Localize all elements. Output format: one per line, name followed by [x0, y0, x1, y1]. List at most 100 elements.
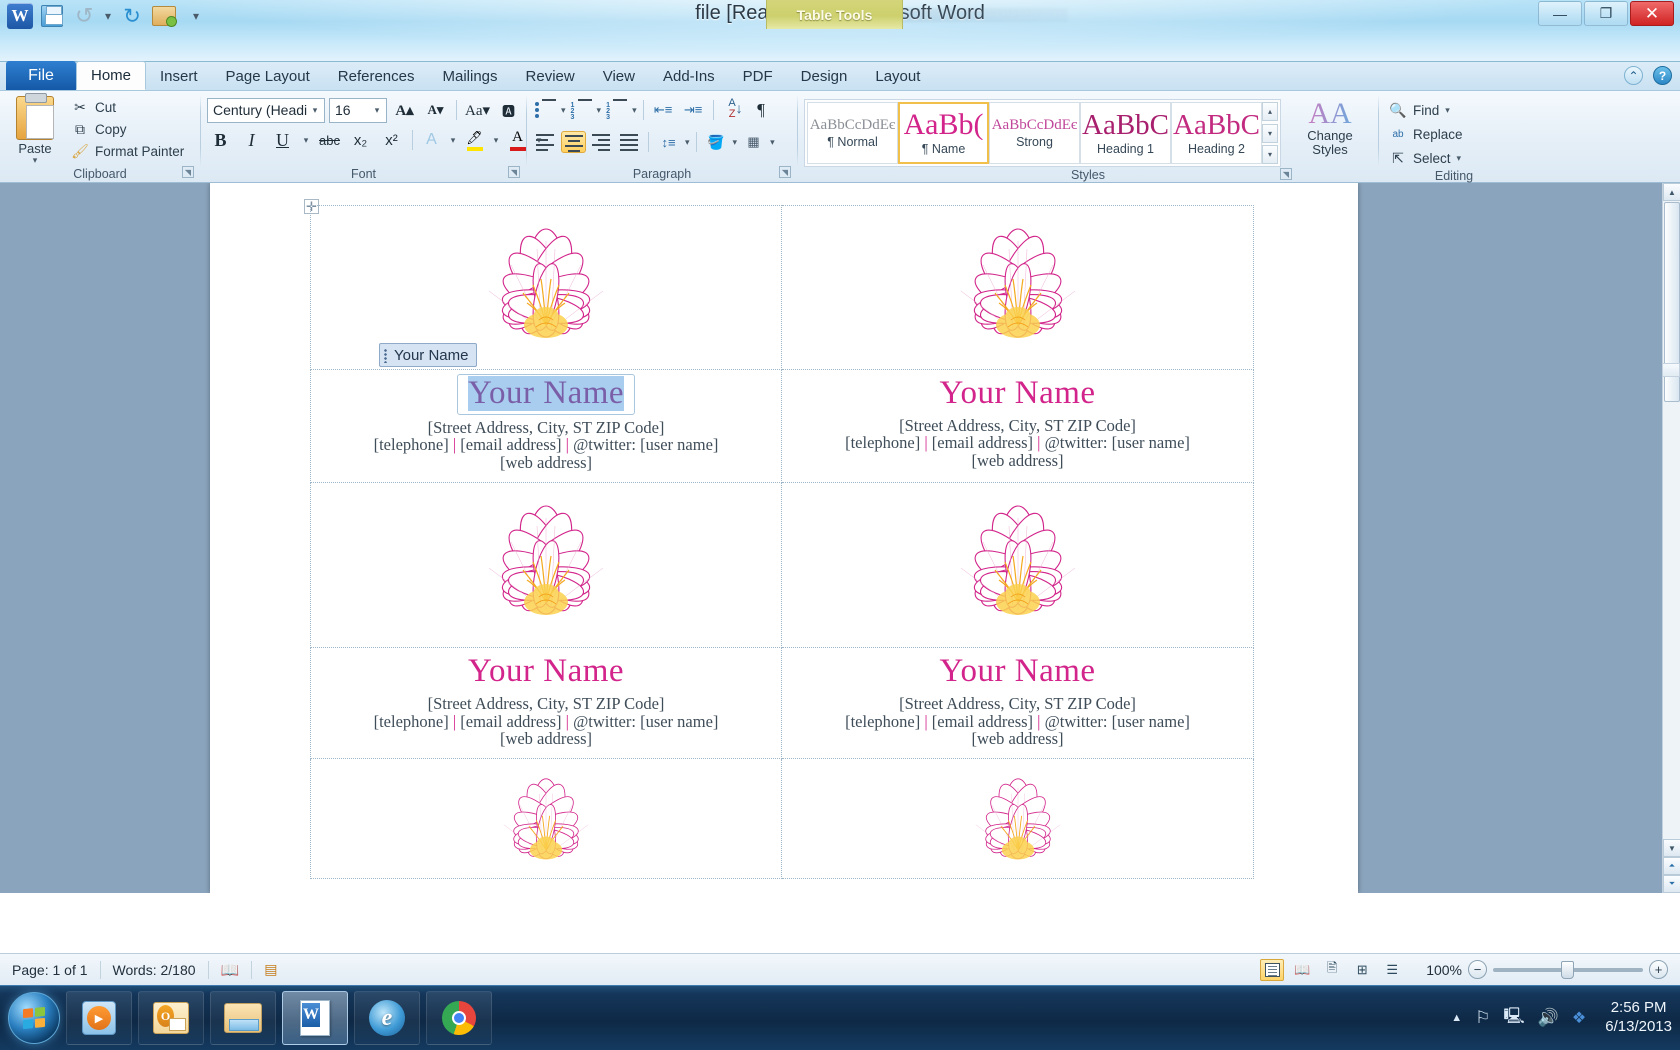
- card-name[interactable]: Your Name: [939, 376, 1095, 411]
- select-dropdown-icon[interactable]: ▾: [1457, 154, 1462, 163]
- tab-references[interactable]: References: [324, 63, 429, 90]
- tab-file[interactable]: File: [6, 61, 76, 90]
- card-web[interactable]: [web address]: [971, 730, 1063, 748]
- scroll-down-icon[interactable]: ▼: [1663, 839, 1680, 857]
- system-tray[interactable]: ▲ ⚐ 🖳 🔊 ❖ 2:56 PM 6/13/2013: [1451, 999, 1680, 1037]
- card-contact-line[interactable]: [telephone] | [email address] | @twitter…: [845, 712, 1190, 731]
- maximize-button[interactable]: ❐: [1584, 1, 1628, 26]
- numbering-dropdown-icon[interactable]: ▾: [597, 106, 602, 115]
- card-image-cell[interactable]: [782, 205, 1254, 370]
- help-icon[interactable]: ?: [1653, 66, 1672, 85]
- superscript-button[interactable]: x²: [378, 127, 405, 153]
- find-button[interactable]: 🔍 Find ▾: [1385, 99, 1454, 121]
- card-image-cell[interactable]: [310, 759, 782, 880]
- paste-dropdown-icon[interactable]: ▾: [33, 156, 38, 165]
- numbering-icon[interactable]: 123: [569, 99, 594, 121]
- close-button[interactable]: ✕: [1630, 1, 1674, 26]
- show-hidden-icons-icon[interactable]: ▲: [1451, 1012, 1462, 1024]
- shading-dropdown-icon[interactable]: ▾: [733, 138, 738, 147]
- content-control[interactable]: Your Name Your Name: [378, 343, 636, 415]
- text-effects-icon[interactable]: A: [420, 127, 443, 153]
- zoom-slider[interactable]: [1493, 960, 1643, 979]
- volume-icon[interactable]: 🔊: [1538, 1008, 1559, 1028]
- clear-formatting-icon[interactable]: 🅰: [495, 97, 522, 123]
- multilevel-list-icon[interactable]: 123: [604, 99, 629, 121]
- styles-scroll-up-icon[interactable]: ▴: [1262, 102, 1278, 121]
- text-highlight-color-icon[interactable]: 🖊: [463, 127, 486, 153]
- tab-design[interactable]: Design: [787, 63, 862, 90]
- card-contact-line[interactable]: [telephone] | [email address] | @twitter…: [374, 712, 719, 731]
- bullets-icon[interactable]: [533, 99, 558, 121]
- bullets-dropdown-icon[interactable]: ▾: [561, 106, 566, 115]
- paragraph-dialog-launcher-icon[interactable]: ◥: [779, 166, 791, 178]
- change-styles-button[interactable]: AA Change Styles: [1289, 99, 1371, 158]
- card-address[interactable]: [Street Address, City, ST ZIP Code]: [899, 694, 1136, 713]
- style-heading-2[interactable]: AaBbC Heading 2: [1171, 102, 1262, 164]
- sort-icon[interactable]: A Z ↓: [720, 98, 745, 122]
- copy-button[interactable]: ⧉ Copy: [68, 120, 187, 140]
- italic-button[interactable]: I: [238, 127, 265, 153]
- content-control-box[interactable]: Your Name: [456, 374, 636, 415]
- ribbon-help-group[interactable]: ⌃ ?: [1624, 66, 1672, 85]
- strikethrough-button[interactable]: abc: [316, 127, 343, 153]
- page-indicator[interactable]: Page: 1 of 1: [0, 962, 100, 978]
- styles-more-icon[interactable]: ▾: [1262, 145, 1278, 164]
- cut-button[interactable]: ✂ Cut: [68, 98, 187, 118]
- increase-indent-icon[interactable]: ⇥≡: [680, 97, 707, 123]
- find-dropdown-icon[interactable]: ▾: [1445, 106, 1450, 115]
- business-card-table[interactable]: Your Name Your Name [Street Address, Cit…: [310, 205, 1255, 880]
- text-effects-dropdown-icon[interactable]: ▾: [447, 127, 459, 153]
- card-contact-line[interactable]: [telephone] | [email address] | @twitter…: [374, 436, 719, 454]
- align-center-icon[interactable]: [561, 131, 586, 153]
- card-image-cell[interactable]: [310, 483, 782, 649]
- style-strong[interactable]: AaBbCcDdEє Strong: [989, 102, 1080, 164]
- card-image-cell[interactable]: [782, 483, 1254, 649]
- format-painter-button[interactable]: 🖌 Format Painter: [68, 142, 187, 162]
- styles-dialog-launcher-icon[interactable]: ◥: [1280, 168, 1292, 180]
- content-control-tag[interactable]: Your Name: [378, 343, 478, 367]
- show-formatting-marks-icon[interactable]: ¶: [748, 97, 775, 123]
- borders-icon[interactable]: ▦: [740, 129, 767, 155]
- start-button[interactable]: [8, 992, 60, 1044]
- clipboard-dialog-launcher-icon[interactable]: ◥: [182, 166, 194, 178]
- minimize-button[interactable]: —: [1538, 1, 1582, 26]
- language-icon[interactable]: ▤: [252, 961, 289, 978]
- subscript-button[interactable]: x₂: [347, 127, 374, 153]
- tab-home[interactable]: Home: [76, 61, 147, 90]
- card-image-cell[interactable]: [782, 759, 1254, 880]
- shading-icon[interactable]: 🪣: [703, 129, 730, 155]
- font-color-icon[interactable]: A: [506, 127, 529, 153]
- highlight-dropdown-icon[interactable]: ▾: [490, 127, 502, 153]
- card-web[interactable]: [web address]: [500, 730, 592, 748]
- card-web[interactable]: [web address]: [971, 452, 1063, 470]
- card-contact-line[interactable]: [telephone] | [email address] | @twitter…: [845, 434, 1190, 452]
- taskbar-item-outlook[interactable]: O: [138, 991, 204, 1045]
- taskbar-clock[interactable]: 2:56 PM 6/13/2013: [1599, 999, 1672, 1037]
- zoom-level[interactable]: 100%: [1426, 962, 1462, 978]
- ribbon-tab-strip[interactable]: File Home Insert Page Layout References …: [0, 61, 1680, 91]
- previous-page-icon[interactable]: ⏶: [1663, 857, 1680, 875]
- zoom-out-button[interactable]: −: [1468, 960, 1487, 979]
- change-case-icon[interactable]: Aa▾: [464, 97, 491, 123]
- card-text-cell[interactable]: Your Name [Street Address, City, ST ZIP …: [782, 648, 1254, 760]
- document-page[interactable]: ✛ Your Name Your Name [Street Address, C…: [210, 183, 1358, 893]
- zoom-slider-thumb[interactable]: [1561, 960, 1574, 979]
- draft-view-button[interactable]: ☰: [1380, 959, 1404, 981]
- tab-page-layout[interactable]: Page Layout: [212, 63, 324, 90]
- bold-button[interactable]: B: [207, 127, 234, 153]
- tab-add-ins[interactable]: Add-Ins: [649, 63, 729, 90]
- font-name-combo[interactable]: Century (Headir ▾: [207, 97, 325, 123]
- document-canvas[interactable]: ✛ Your Name Your Name [Street Address, C…: [0, 183, 1680, 893]
- borders-dropdown-icon[interactable]: ▾: [770, 138, 775, 147]
- card-address[interactable]: [Street Address, City, ST ZIP Code]: [428, 418, 665, 437]
- zoom-in-button[interactable]: +: [1649, 960, 1668, 979]
- vertical-scrollbar[interactable]: ▲ ▼ ⏶ ⏷: [1662, 183, 1680, 893]
- outline-view-button[interactable]: ⊞: [1350, 959, 1374, 981]
- print-layout-view-button[interactable]: [1260, 958, 1285, 981]
- card-name[interactable]: Your Name: [939, 654, 1095, 689]
- window-controls[interactable]: — ❐ ✕: [1538, 1, 1674, 26]
- replace-button[interactable]: ab Replace: [1385, 123, 1467, 145]
- line-spacing-dropdown-icon[interactable]: ▾: [685, 138, 690, 147]
- decrease-indent-icon[interactable]: ⇤≡: [650, 97, 677, 123]
- tab-insert[interactable]: Insert: [146, 63, 212, 90]
